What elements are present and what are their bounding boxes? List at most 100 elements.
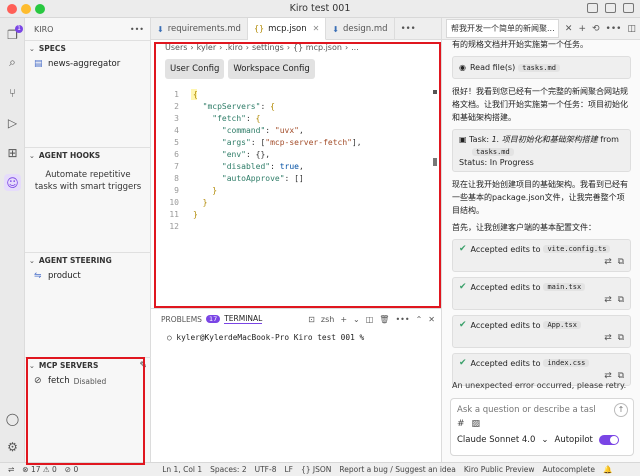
indentation[interactable]: Spaces: 2 — [210, 465, 246, 474]
split-view-icon[interactable]: ◫ — [627, 24, 636, 34]
json-icon: {} — [253, 24, 265, 33]
maximize-panel-icon[interactable]: ⌃ — [416, 315, 423, 324]
code-area[interactable]: 1 2 3 4 5 6 7 8 9 10 11 12 { "mcpServers… — [151, 88, 441, 303]
edit-config-icon[interactable]: ✎ — [139, 361, 147, 371]
trash-icon[interactable]: 🗑 — [379, 315, 389, 324]
open-diff-icon[interactable]: ⧉ — [618, 333, 624, 343]
tab-mcp-json[interactable]: {} mcp.json ✕ — [247, 18, 327, 40]
user-config-button[interactable]: User Config — [165, 59, 225, 79]
extensions-icon[interactable]: ⊞ — [4, 144, 21, 161]
account-icon[interactable]: ◯ — [4, 410, 21, 427]
ports-status[interactable]: ⊘ 0 — [65, 465, 78, 474]
activity-bar: ❐ 1 ⌕ ⑂ ▷ ⊞ ☺ ◯ ⚙ — [0, 18, 25, 462]
tab-requirements-md[interactable]: ⬇ requirements.md — [151, 18, 248, 40]
revert-icon[interactable]: ⇄ — [604, 257, 612, 267]
open-diff-icon[interactable]: ⧉ — [618, 257, 624, 267]
task-card: ▣ Task: 1. 项目初始化和基础架构搭建 from tasks.md St… — [452, 129, 631, 172]
shell-name[interactable]: zsh — [321, 315, 334, 324]
model-selector[interactable]: Claude Sonnet 4.0 — [457, 435, 535, 445]
notifications-icon[interactable]: 🔔 — [603, 465, 612, 474]
line-ending[interactable]: LF — [284, 465, 293, 474]
history-icon[interactable]: ⟲ — [592, 24, 600, 34]
chat-session-tab[interactable]: 帮我开发一个简单的新闻聚... — [446, 19, 559, 38]
autopilot-label: Autopilot — [554, 435, 593, 445]
split-terminal-icon[interactable]: ◫ — [366, 315, 374, 324]
new-chat-icon[interactable]: + — [578, 24, 586, 34]
terminal-output[interactable]: ○ kyler@KylerdeMacBook-Pro Kiro test 001… — [151, 329, 441, 342]
chevron-down-icon: ⌄ — [29, 361, 35, 370]
steering-item-product[interactable]: ⇋ product — [25, 268, 151, 284]
error-message: An unexpected error occurred, please ret… — [452, 381, 627, 390]
tab-design-md[interactable]: ⬇ design.md — [326, 18, 395, 40]
check-circle-icon: ✔ — [459, 244, 467, 254]
remote-icon[interactable]: ⇌ — [8, 465, 14, 474]
chat-panel: 帮我开发一个简单的新闻聚... ✕ + ⟲ ••• ◫ 有的规格文档并开始实施第… — [441, 18, 640, 462]
accepted-edits-card: ✔ Accepted edits to vite.config.ts ⇄ ⧉ — [452, 239, 631, 272]
encoding[interactable]: UTF-8 — [255, 465, 277, 474]
more-actions-icon[interactable]: ••• — [130, 25, 144, 34]
workspace-config-button[interactable]: Workspace Config — [228, 59, 315, 79]
toggle-sidebar-icon[interactable] — [587, 3, 598, 13]
mcp-servers-section-header[interactable]: ⌄ MCP SERVERS ✎ — [25, 357, 151, 373]
revert-icon[interactable]: ⇄ — [604, 333, 612, 343]
source-control-icon[interactable]: ⑂ — [4, 84, 21, 101]
chevron-down-icon[interactable]: ⌄ — [541, 435, 548, 445]
image-attach-icon[interactable]: ▨ — [472, 419, 481, 429]
run-debug-icon[interactable]: ▷ — [4, 114, 21, 131]
toggle-panel-icon[interactable] — [605, 3, 616, 13]
more-actions-icon[interactable]: ••• — [395, 315, 409, 324]
breadcrumb: Users › kyler › .kiro › settings › {} mcp.js… — [165, 42, 359, 52]
accepted-edits-card: ✔ Accepted edits to App.tsx ⇄ ⧉ — [452, 315, 631, 348]
revert-icon[interactable]: ⇄ — [604, 371, 612, 381]
revert-icon[interactable]: ⇄ — [604, 295, 612, 305]
task-icon: ▣ — [459, 135, 470, 144]
read-files-card[interactable]: ◉ Read file(s) tasks.md — [452, 56, 631, 79]
more-actions-icon[interactable]: ••• — [606, 24, 622, 34]
report-bug-link[interactable]: Report a bug / Suggest an idea — [339, 465, 455, 474]
public-preview-status: Kiro Public Preview — [463, 465, 535, 474]
chevron-down-icon: ⌄ — [29, 44, 35, 53]
close-chat-tab-icon[interactable]: ✕ — [565, 24, 573, 34]
spec-item-news-aggregator[interactable]: ▤ news-aggregator — [25, 56, 150, 72]
chat-messages[interactable]: 有的规格文档并开始实施第一个任务。 ◉ Read file(s) tasks.m… — [442, 40, 640, 400]
open-diff-icon[interactable]: ⧉ — [618, 295, 624, 305]
chat-message-text: 首先，让我创建客户端的基本配置文件： — [452, 223, 596, 232]
close-panel-icon[interactable]: ✕ — [428, 315, 435, 324]
context-hash-icon[interactable]: # — [457, 419, 465, 429]
editor-scrollbar[interactable] — [433, 86, 437, 186]
open-diff-icon[interactable]: ⧉ — [618, 371, 624, 381]
title-bar: Kiro test 001 — [0, 0, 640, 18]
send-button[interactable]: ↑ — [614, 403, 628, 417]
new-terminal-icon[interactable]: + — [340, 315, 347, 324]
close-tab-icon[interactable]: ✕ — [313, 24, 320, 33]
mcp-server-fetch[interactable]: ⊘ fetch Disabled — [25, 373, 151, 389]
agent-steering-section-header[interactable]: ⌄ AGENT STEERING — [25, 252, 151, 268]
specs-section-header[interactable]: ⌄ SPECS — [25, 40, 150, 56]
language-mode[interactable]: {} JSON — [301, 465, 331, 474]
problems-status[interactable]: ⊗ 17 ⚠ 0 — [22, 465, 56, 474]
signpost-icon: ⇋ — [34, 271, 42, 281]
chat-input[interactable] — [451, 399, 601, 421]
chat-input-box: ↑ # ▨ Claude Sonnet 4.0 ⌄ Autopilot — [450, 398, 634, 456]
toggle-secondary-sidebar-icon[interactable] — [623, 3, 634, 13]
chevron-down-icon[interactable]: ⌄ — [353, 315, 360, 324]
terminal-prompt-icon: ○ — [167, 333, 177, 342]
kiro-ghost-icon[interactable]: ☺ — [4, 174, 21, 191]
window-title: Kiro test 001 — [289, 3, 351, 14]
explorer-icon[interactable]: ❐ 1 — [4, 25, 23, 43]
tab-problems[interactable]: PROBLEMS — [161, 315, 202, 324]
tabs-more-icon[interactable]: ••• — [395, 18, 422, 40]
autocomplete-status[interactable]: Autocomplete — [543, 465, 595, 474]
tab-terminal[interactable]: TERMINAL — [224, 314, 263, 324]
document-icon: ▤ — [34, 59, 43, 69]
accepted-edits-card: ✔ Accepted edits to main.tsx ⇄ ⧉ — [452, 277, 631, 310]
agent-hooks-section-header[interactable]: ⌄ AGENT HOOKS — [25, 147, 151, 163]
cursor-position[interactable]: Ln 1, Col 1 — [162, 465, 202, 474]
server-disabled-icon: ⊘ — [34, 376, 42, 386]
markdown-icon: ⬇ — [157, 24, 164, 34]
settings-gear-icon[interactable]: ⚙ — [4, 438, 21, 455]
search-icon[interactable]: ⌕ — [4, 54, 21, 71]
check-circle-icon: ✔ — [459, 358, 467, 368]
autopilot-toggle[interactable] — [598, 435, 619, 445]
markdown-icon: ⬇ — [332, 24, 339, 34]
